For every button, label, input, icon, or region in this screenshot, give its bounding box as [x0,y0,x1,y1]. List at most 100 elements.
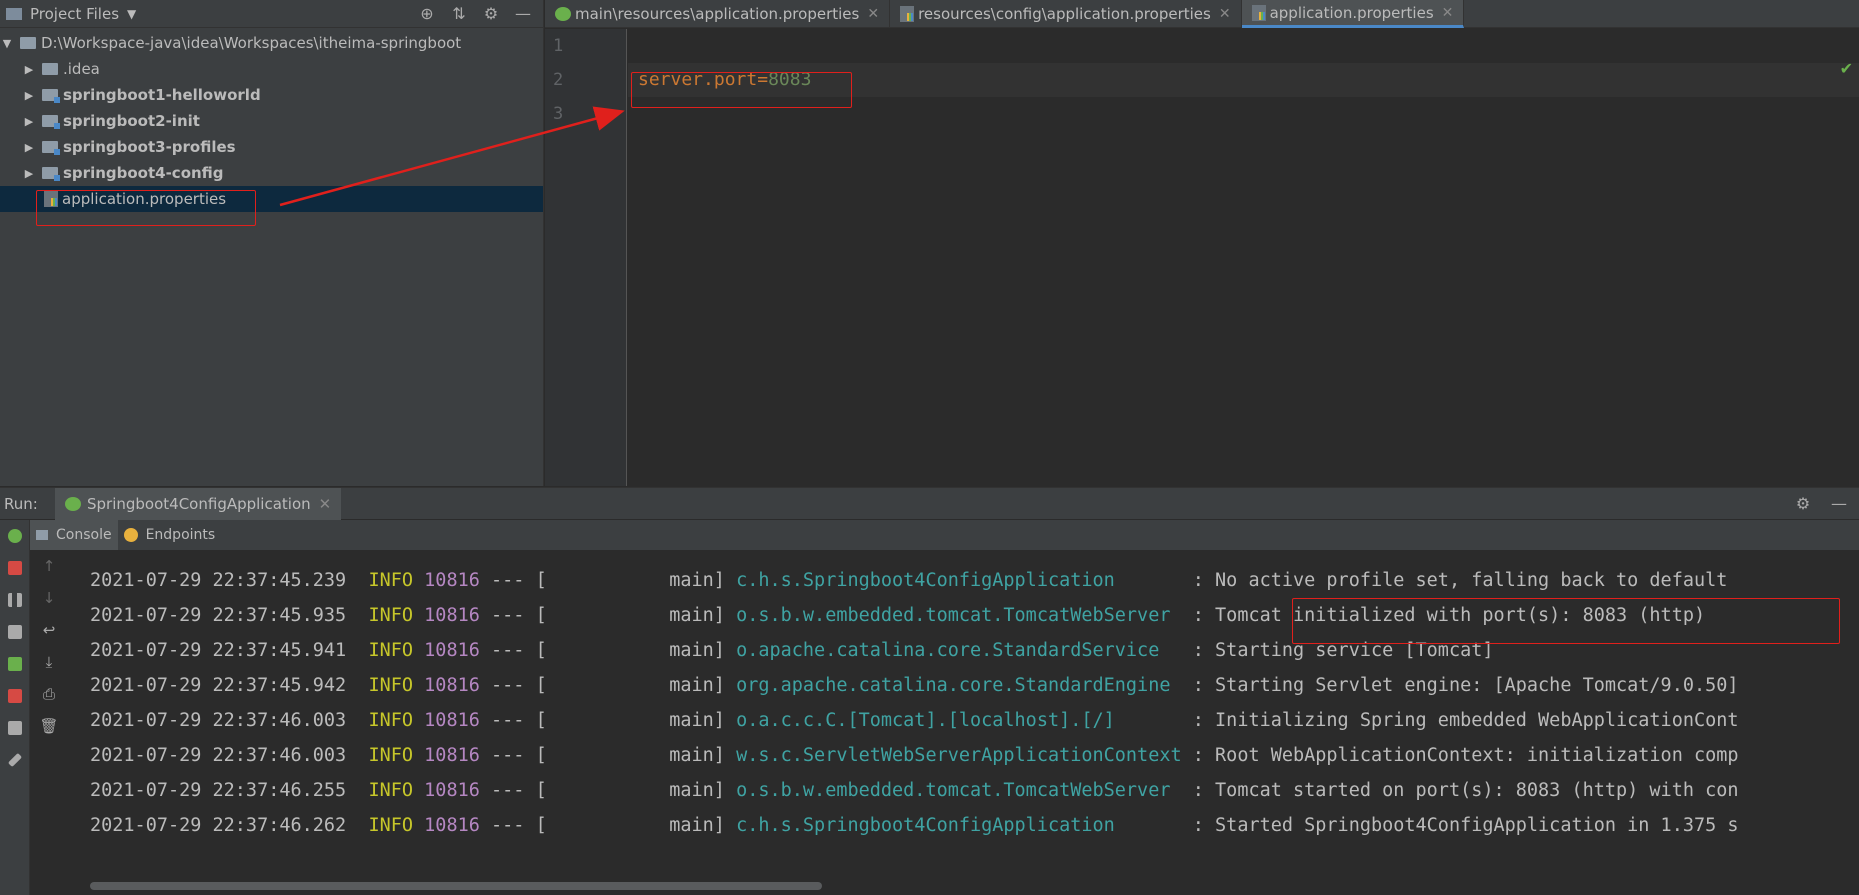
bug-icon [8,657,22,671]
log-thread: main] [669,780,725,801]
close-icon[interactable]: ✕ [867,6,879,22]
tree-item[interactable]: ▶ springboot1-helloworld [0,82,543,108]
rerun-button[interactable] [0,520,30,552]
console-tabs: Console Endpoints [30,520,1859,550]
log-logger[interactable]: c.h.s.Springboot4ConfigApplication [736,570,1182,591]
camera-icon [8,625,22,639]
dump-threads-button[interactable] [0,616,30,648]
tree-item[interactable]: ▶ springboot4-config [0,160,543,186]
run-toolbar [0,520,30,895]
tab-console[interactable]: Console [30,520,118,550]
console-side-toolbar: ↑ ↓ ↩ ⤓ ⎙ 🗑 [30,550,68,895]
layout-button[interactable] [0,712,30,744]
layout-icon [8,721,22,735]
module-folder-icon [42,141,60,155]
log-separator: --- [ [491,570,547,591]
tab-resources-config-application-properties[interactable]: resources\config\application.properties … [890,0,1242,28]
folder-icon [20,37,36,49]
tree-item[interactable]: ▶ springboot3-profiles [0,134,543,160]
log-logger[interactable]: o.apache.catalina.core.StandardService [736,640,1182,661]
horizontal-scrollbar[interactable] [90,882,822,890]
log-logger[interactable]: o.s.b.w.embedded.tomcat.TomcatWebServer [736,605,1182,626]
annotation-box-selected-file [36,190,256,226]
run-config-tab[interactable]: Springboot4ConfigApplication ✕ [55,487,342,520]
log-separator: --- [ [491,710,547,731]
tab-main-resources-application-properties[interactable]: main\resources\application.properties ✕ [545,0,891,28]
close-icon[interactable]: ✕ [319,495,332,513]
tree-root[interactable]: ▼ D:\Workspace-java\idea\Workspaces\ithe… [0,30,543,56]
chevron-down-icon[interactable]: ▼ [127,7,136,21]
debug-button[interactable] [0,648,30,680]
collapsed-arrow-icon[interactable]: ▶ [22,141,36,154]
log-timestamp: 2021-07-29 22:37:45.239 [90,570,347,591]
scroll-up-icon[interactable]: ↑ [30,550,68,582]
stop-icon [8,561,22,575]
tree-item-label: springboot1-helloworld [63,86,261,104]
log-logger[interactable]: w.s.c.ServletWebServerApplicationContext [736,745,1182,766]
scroll-down-icon[interactable]: ↓ [30,582,68,614]
log-logger[interactable]: org.apache.catalina.core.StandardEngine [736,675,1182,696]
log-line: 2021-07-29 22:37:45.942 INFO 10816 --- [… [68,674,1859,709]
log-message: : Initializing Spring embedded WebApplic… [1192,710,1739,731]
exit-button[interactable] [0,680,30,712]
soft-wrap-icon[interactable]: ↩ [30,614,68,646]
log-logger[interactable]: c.h.s.Springboot4ConfigApplication [736,815,1182,836]
module-folder-icon [42,89,60,103]
minimize-icon[interactable]: — [1829,494,1849,514]
log-logger[interactable]: o.s.b.w.embedded.tomcat.TomcatWebServer [736,780,1182,801]
stop-button[interactable] [0,552,30,584]
log-pid: 10816 [424,710,480,731]
close-icon[interactable]: ✕ [1442,5,1454,21]
project-view-selector[interactable]: Project Files [30,5,119,23]
collapsed-arrow-icon[interactable]: ▶ [22,89,36,102]
tree-item-label: springboot4-config [63,164,224,182]
project-tree: ▼ D:\Workspace-java\idea\Workspaces\ithe… [0,30,543,212]
log-level: INFO [368,815,414,836]
log-thread: main] [669,745,725,766]
tree-item-label: .idea [63,60,100,78]
log-line: 2021-07-29 22:37:46.003 INFO 10816 --- [… [68,709,1859,744]
folder-icon [6,7,22,20]
log-thread: main] [669,605,725,626]
log-level: INFO [368,710,414,731]
rerun-icon [8,529,22,543]
log-pid: 10816 [424,815,480,836]
gear-icon[interactable]: ⚙ [1793,494,1813,514]
tab-application-properties[interactable]: application.properties ✕ [1241,0,1465,28]
collapse-all-icon[interactable]: ⇅ [449,4,469,24]
pause-button[interactable] [0,584,30,616]
log-pid: 10816 [424,570,480,591]
log-thread: main] [669,640,725,661]
expanded-arrow-icon[interactable]: ▼ [0,37,14,50]
close-icon[interactable]: ✕ [1219,6,1231,22]
log-timestamp: 2021-07-29 22:37:45.942 [90,675,347,696]
minimize-icon[interactable]: — [513,4,533,24]
log-logger[interactable]: o.a.c.c.C.[Tomcat].[localhost].[/] [736,710,1182,731]
log-timestamp: 2021-07-29 22:37:45.935 [90,605,347,626]
trash-icon[interactable]: 🗑 [30,710,68,742]
inspection-ok-icon[interactable]: ✔ [1840,59,1853,78]
annotation-box-tomcat-port [1292,598,1840,644]
print-icon[interactable]: ⎙ [30,678,68,710]
collapsed-arrow-icon[interactable]: ▶ [22,115,36,128]
log-separator: --- [ [491,745,547,766]
annotation-box-server-port [631,72,852,108]
line-number: 1 [553,36,564,56]
tree-root-label: D:\Workspace-java\idea\Workspaces\itheim… [41,34,462,52]
gear-icon[interactable]: ⚙ [481,4,501,24]
log-pid: 10816 [424,745,480,766]
tree-item[interactable]: ▶ .idea [0,56,543,82]
locate-icon[interactable]: ⊕ [417,4,437,24]
log-timestamp: 2021-07-29 22:37:46.255 [90,780,347,801]
tab-label: Console [56,527,112,543]
code-line[interactable] [628,29,1859,63]
collapsed-arrow-icon[interactable]: ▶ [22,63,36,76]
tree-item[interactable]: ▶ springboot2-init [0,108,543,134]
tree-item-label: springboot2-init [63,112,200,130]
collapsed-arrow-icon[interactable]: ▶ [22,167,36,180]
pin-button[interactable] [0,744,30,776]
project-panel: Project Files ▼ ⊕ ⇅ ⚙ — ▼ D:\Workspace-j… [0,0,544,486]
tab-endpoints[interactable]: Endpoints [118,520,222,550]
log-message: : Starting Servlet engine: [Apache Tomca… [1192,675,1739,696]
scroll-to-end-icon[interactable]: ⤓ [30,646,68,678]
